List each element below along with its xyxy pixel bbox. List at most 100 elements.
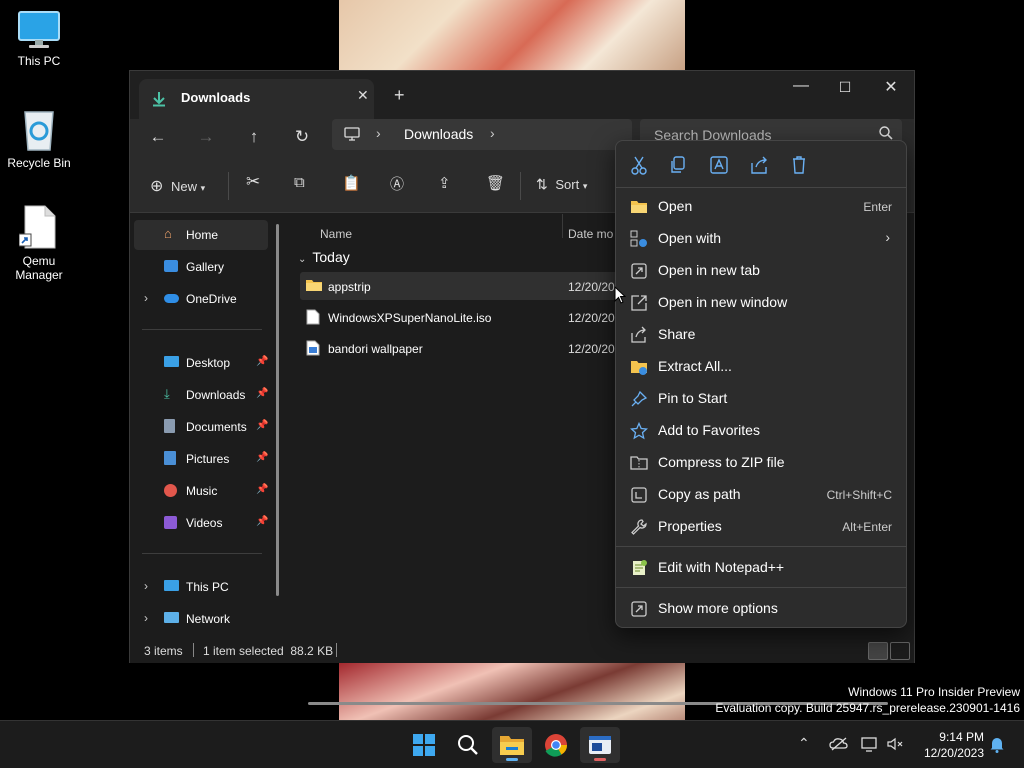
- desktop-icon-this-pc[interactable]: This PC: [1, 10, 77, 68]
- onedrive-icon: [164, 294, 179, 303]
- back-arrow-icon[interactable]: ←: [144, 127, 172, 151]
- sidebar-item-documents[interactable]: Documents 📌: [134, 412, 268, 442]
- menu-item-share[interactable]: Share: [622, 320, 902, 350]
- sidebar-item-pictures[interactable]: Pictures 📌: [134, 444, 268, 474]
- column-header-name[interactable]: Name: [320, 227, 352, 241]
- copy-icon[interactable]: ⧉: [294, 174, 305, 191]
- file-row-iso[interactable]: WindowsXPSuperNanoLite.iso 12/20/20: [300, 303, 660, 331]
- menu-item-pin-to-start[interactable]: Pin to Start: [622, 384, 902, 414]
- menu-item-compress-zip[interactable]: Compress to ZIP file: [622, 448, 902, 478]
- folder-open-icon: [631, 201, 647, 213]
- rename-icon[interactable]: [704, 153, 734, 177]
- menu-item-show-more-options[interactable]: Show more options: [622, 594, 902, 624]
- column-header-date[interactable]: Date mo: [568, 227, 613, 241]
- start-button[interactable]: [404, 727, 444, 763]
- close-window-button[interactable]: ✕: [868, 77, 914, 97]
- column-divider[interactable]: [562, 214, 563, 238]
- menu-item-add-to-favorites[interactable]: Add to Favorites: [622, 416, 902, 446]
- chevron-down-icon: ▾: [582, 181, 588, 191]
- sidebar-item-this-pc[interactable]: › This PC: [134, 572, 268, 602]
- menu-item-open-new-window[interactable]: Open in new window: [622, 288, 902, 318]
- rename-icon[interactable]: Ⓐ: [390, 174, 404, 194]
- menu-item-shortcut: Ctrl+Shift+C: [826, 488, 892, 502]
- sidebar-item-downloads[interactable]: ⤓ Downloads 📌: [134, 380, 268, 410]
- sidebar-item-onedrive[interactable]: › OneDrive: [134, 284, 268, 314]
- notification-bell-icon[interactable]: [988, 735, 1006, 753]
- pin-icon[interactable]: 📌: [256, 356, 268, 367]
- cut-icon[interactable]: [624, 153, 654, 177]
- chevron-right-icon[interactable]: ›: [144, 579, 148, 593]
- taskbar-chrome[interactable]: [536, 727, 576, 763]
- sidebar-item-network[interactable]: › Network: [134, 604, 268, 634]
- details-view-icon[interactable]: [868, 642, 888, 660]
- taskbar-app[interactable]: [580, 727, 620, 763]
- menu-item-copy-as-path[interactable]: Copy as path Ctrl+Shift+C: [622, 480, 902, 510]
- sidebar-item-music[interactable]: Music 📌: [134, 476, 268, 506]
- paste-icon[interactable]: 📋: [342, 174, 361, 192]
- menu-item-open-new-tab[interactable]: Open in new tab: [622, 256, 902, 286]
- breadcrumb[interactable]: Downloads: [404, 126, 473, 142]
- watermark-line-2: Evaluation copy. Build 25947.rs_prerelea…: [715, 701, 1020, 715]
- network-status-icon[interactable]: [861, 736, 879, 752]
- music-folder-icon: [164, 484, 177, 497]
- chevron-right-icon[interactable]: ›: [490, 125, 495, 141]
- menu-item-label: Copy as path: [658, 486, 741, 502]
- menu-item-label: Add to Favorites: [658, 422, 760, 438]
- chevron-right-icon[interactable]: ›: [376, 125, 381, 141]
- forward-arrow-icon[interactable]: →: [192, 127, 220, 151]
- cut-icon[interactable]: ✂: [246, 172, 260, 192]
- pin-icon[interactable]: 📌: [256, 388, 268, 399]
- menu-item-extract-all[interactable]: Extract All...: [622, 352, 902, 382]
- taskbar-search-button[interactable]: [448, 727, 488, 763]
- delete-icon[interactable]: [784, 153, 814, 177]
- chevron-right-icon[interactable]: ›: [144, 291, 148, 305]
- group-header-today[interactable]: ⌄ Today: [298, 249, 350, 265]
- pin-icon[interactable]: 📌: [256, 484, 268, 495]
- sidebar-item-desktop[interactable]: Desktop 📌: [134, 348, 268, 378]
- sidebar-item-label: Videos: [186, 516, 223, 530]
- share-icon[interactable]: ⇪: [438, 174, 451, 192]
- sidebar-item-home[interactable]: ⌂ Home: [134, 220, 268, 250]
- minimize-button[interactable]: —: [778, 77, 824, 95]
- clock[interactable]: 9:14 PM 12/20/2023: [912, 729, 984, 761]
- monitor-icon: [344, 127, 360, 141]
- desktop-icon-recycle-bin[interactable]: Recycle Bin: [1, 106, 77, 170]
- pin-icon[interactable]: 📌: [256, 420, 268, 431]
- share-icon[interactable]: [744, 153, 774, 177]
- address-bar[interactable]: › Downloads ›: [332, 119, 632, 150]
- pin-icon[interactable]: 📌: [256, 452, 268, 463]
- chevron-up-icon[interactable]: ⌃: [798, 735, 810, 752]
- menu-item-open-with[interactable]: Open with ›: [622, 224, 902, 254]
- divider: [616, 546, 906, 547]
- new-button[interactable]: ⊕ New ▾: [150, 176, 205, 196]
- chevron-right-icon[interactable]: ›: [144, 611, 148, 625]
- new-tab-button[interactable]: +: [394, 85, 405, 106]
- copy-icon[interactable]: [664, 153, 694, 177]
- sidebar-item-gallery[interactable]: Gallery: [134, 252, 268, 282]
- maximize-button[interactable]: ☐: [822, 79, 868, 96]
- wallpaper-image-top: [339, 0, 685, 72]
- onedrive-icon[interactable]: [829, 736, 849, 752]
- delete-icon[interactable]: 🗑: [486, 174, 505, 192]
- sidebar-item-videos[interactable]: Videos 📌: [134, 508, 268, 538]
- close-tab-icon[interactable]: ✕: [357, 87, 369, 104]
- volume-muted-icon[interactable]: [886, 736, 904, 752]
- taskbar-file-explorer[interactable]: [492, 727, 532, 763]
- refresh-icon[interactable]: ↻: [288, 127, 316, 151]
- sort-button[interactable]: ⇅ Sort ▾: [536, 176, 587, 193]
- desktop-icon-qemu-manager[interactable]: Qemu Manager: [1, 204, 77, 282]
- tiles-view-icon[interactable]: [890, 642, 910, 660]
- menu-item-edit-notepad-plus[interactable]: Edit with Notepad++: [622, 553, 902, 583]
- this-pc-icon: [164, 580, 179, 591]
- pin-icon[interactable]: 📌: [256, 516, 268, 527]
- up-arrow-icon[interactable]: ↑: [240, 127, 268, 151]
- running-indicator: [594, 758, 606, 761]
- file-row-appstrip[interactable]: appstrip 12/20/20: [300, 272, 660, 300]
- tab-downloads[interactable]: Downloads ✕: [139, 79, 374, 119]
- star-icon: [630, 422, 648, 440]
- watermark-line-1: Windows 11 Pro Insider Preview: [848, 685, 1020, 699]
- sidebar-scrollbar[interactable]: [276, 224, 279, 596]
- menu-item-open[interactable]: Open Enter: [622, 192, 902, 222]
- menu-item-properties[interactable]: Properties Alt+Enter: [622, 512, 902, 542]
- file-row-wallpaper[interactable]: bandori wallpaper 12/20/20: [300, 334, 660, 362]
